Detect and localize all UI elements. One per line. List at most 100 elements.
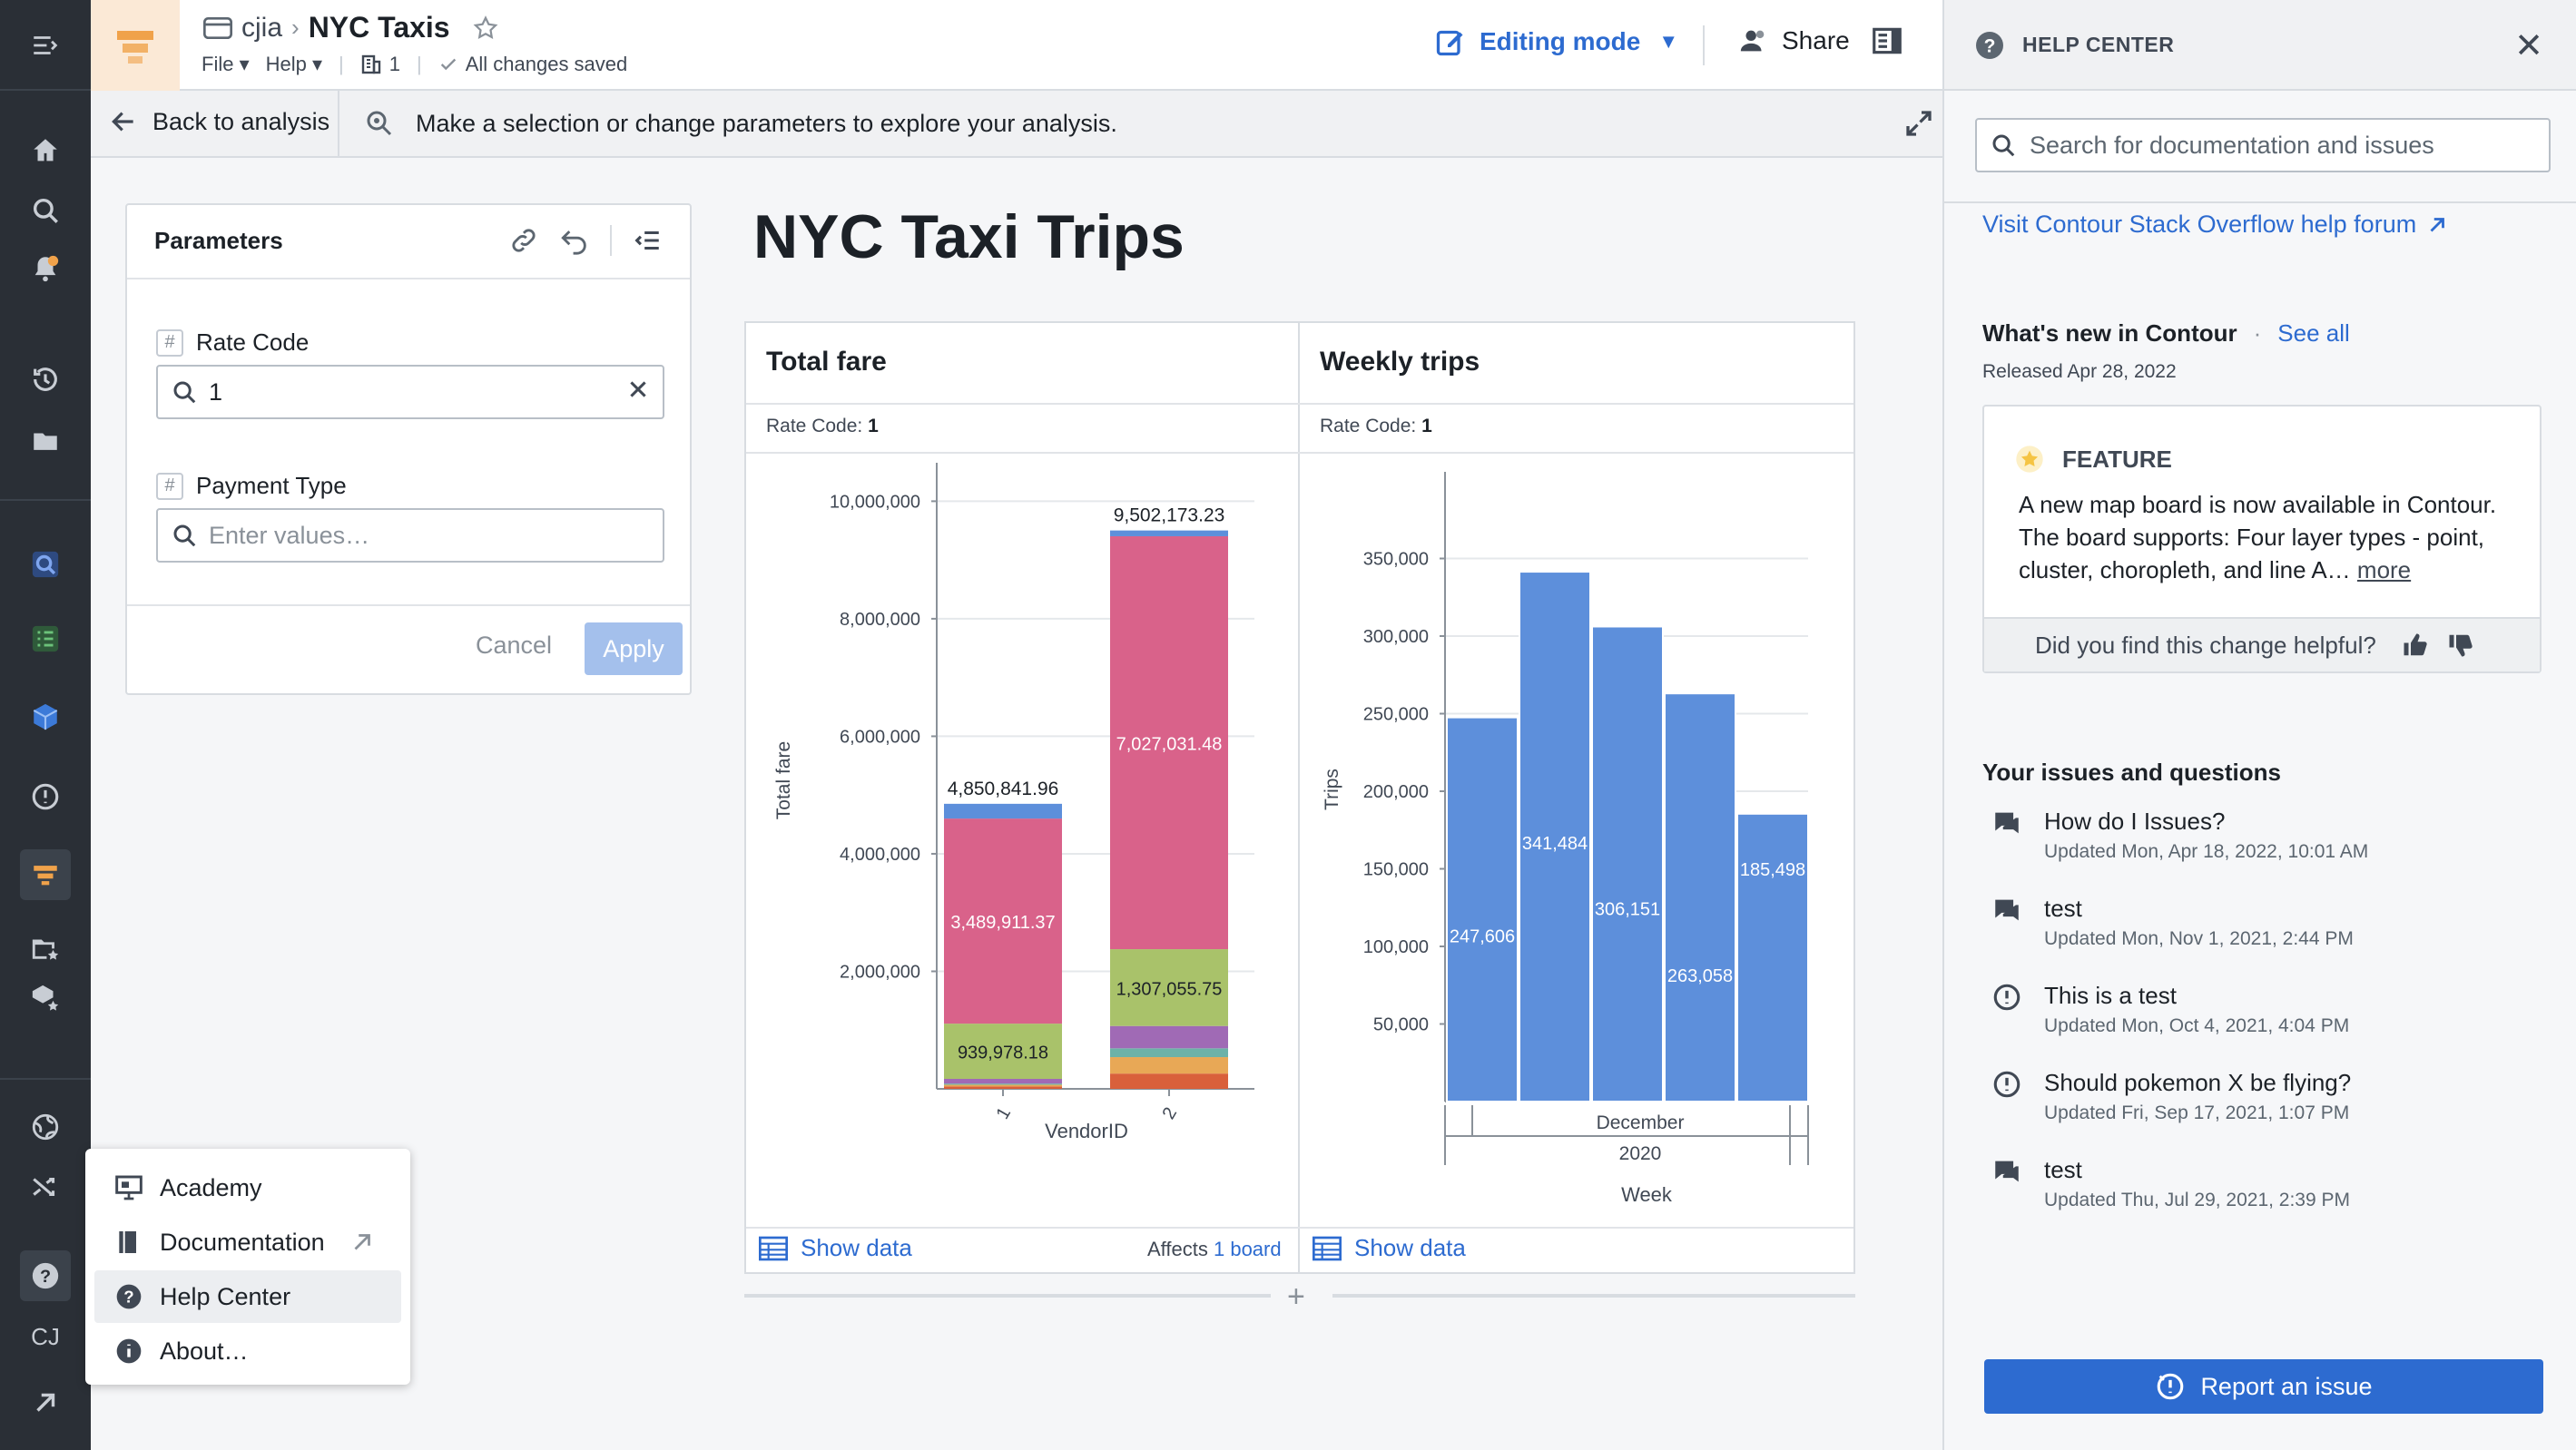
breadcrumb-parent[interactable]: cjia bbox=[241, 13, 282, 44]
folder-icon[interactable] bbox=[20, 416, 71, 466]
see-all-link[interactable]: See all bbox=[2277, 319, 2350, 348]
user-avatar[interactable]: CJ bbox=[20, 1314, 71, 1359]
issue-item[interactable]: Should pokemon X be flying? Updated Fri, … bbox=[1991, 1069, 2351, 1124]
contour-icon[interactable] bbox=[20, 849, 71, 900]
issue-item[interactable]: This is a test Updated Mon, Oct 4, 2021, … bbox=[1991, 982, 2349, 1037]
dashboard-title: NYC Taxi Trips bbox=[753, 202, 1185, 271]
expand-arrow-icon[interactable] bbox=[20, 1377, 71, 1428]
issue-item[interactable]: How do I Issues? Updated Mon, Apr 18, 202… bbox=[1991, 808, 2368, 863]
arrow-left-icon bbox=[112, 112, 133, 132]
issue-title[interactable]: This is a test bbox=[2044, 982, 2349, 1010]
menu-item-help-center[interactable]: ? Help Center bbox=[94, 1270, 401, 1323]
editing-mode-button[interactable]: Editing mode ▼ bbox=[1434, 25, 1678, 58]
issue-title[interactable]: How do I Issues? bbox=[2044, 808, 2368, 836]
collapse-list-icon[interactable] bbox=[632, 225, 663, 256]
alert-icon[interactable] bbox=[20, 771, 71, 822]
cube-star-icon[interactable] bbox=[20, 973, 71, 1024]
thumbs-up-icon[interactable] bbox=[2402, 632, 2429, 659]
issue-updated: Updated Thu, Jul 29, 2021, 2:39 PM bbox=[2044, 1190, 2351, 1210]
page-title[interactable]: NYC Taxis bbox=[309, 11, 450, 44]
menu-item-documentation[interactable]: Documentation bbox=[94, 1216, 401, 1269]
report-issue-button[interactable]: Report an issue bbox=[1984, 1359, 2543, 1414]
x-tick-label: 1 bbox=[992, 1104, 1015, 1123]
y-tick-label: 50,000 bbox=[1373, 1015, 1429, 1035]
issue-title[interactable]: test bbox=[2044, 895, 2354, 923]
help-menu[interactable]: Help ▾ bbox=[266, 53, 322, 76]
add-board-icon[interactable]: + bbox=[1287, 1279, 1305, 1315]
show-data-left[interactable]: Show data bbox=[759, 1234, 912, 1262]
bar bbox=[1736, 812, 1809, 1102]
building-icon bbox=[361, 54, 380, 74]
rate-code-label: # Rate Code bbox=[156, 328, 309, 357]
menu-item-academy[interactable]: Academy bbox=[94, 1161, 401, 1214]
history-icon[interactable] bbox=[20, 354, 71, 405]
checklist-icon[interactable] bbox=[20, 613, 71, 664]
menu-item-about[interactable]: About… bbox=[94, 1325, 401, 1377]
contour-logo bbox=[91, 0, 180, 91]
search-icon[interactable] bbox=[20, 185, 71, 236]
bar bbox=[1446, 716, 1519, 1102]
issue-updated: Updated Mon, Oct 4, 2021, 4:04 PM bbox=[2044, 1015, 2350, 1036]
folder-star-icon[interactable] bbox=[20, 922, 71, 973]
issue-title[interactable]: Should pokemon X be flying? bbox=[2044, 1069, 2351, 1097]
issue-item[interactable]: test Updated Thu, Jul 29, 2021, 2:39 PM bbox=[1991, 1156, 2350, 1211]
thumbs-down-icon[interactable] bbox=[2447, 632, 2474, 659]
issue-updated: Updated Mon, Nov 1, 2021, 2:44 PM bbox=[2044, 928, 2354, 949]
y-axis-label: Trips bbox=[1322, 769, 1342, 810]
cancel-button[interactable]: Cancel bbox=[476, 632, 552, 660]
star-icon[interactable] bbox=[472, 15, 499, 42]
data-label: 1,307,055.75 bbox=[1116, 979, 1223, 999]
menu-expand-icon[interactable] bbox=[20, 20, 71, 71]
rate-code-input[interactable]: 1 bbox=[156, 365, 664, 419]
panel-toggle-icon[interactable] bbox=[1870, 24, 1904, 63]
data-label: 247,606 bbox=[1450, 927, 1515, 947]
shuffle-icon[interactable] bbox=[20, 1161, 71, 1212]
rate-code-filter-right: Rate Code: 1 bbox=[1320, 416, 1432, 436]
x-tick-label: 2 bbox=[1158, 1104, 1181, 1123]
help-icon[interactable]: ? bbox=[20, 1250, 71, 1301]
fullscreen-icon[interactable] bbox=[1903, 107, 1935, 144]
svg-text:?: ? bbox=[1984, 36, 1996, 57]
hash-icon: # bbox=[156, 472, 183, 500]
back-to-analysis-button[interactable]: Back to analysis bbox=[109, 107, 329, 136]
share-button[interactable]: Share bbox=[1738, 25, 1850, 56]
branches[interactable]: 1 bbox=[360, 53, 400, 76]
globe-icon[interactable] bbox=[20, 1102, 71, 1152]
y-tick-label: 2,000,000 bbox=[840, 962, 920, 982]
affects-board-link[interactable]: 1 board bbox=[1214, 1238, 1282, 1260]
undo-icon[interactable] bbox=[559, 225, 590, 256]
issue-title[interactable]: test bbox=[2044, 1156, 2350, 1184]
total-fare-chart[interactable]: 2,000,000 4,000,000 6,000,000 8,000,000 10,0… bbox=[746, 454, 1296, 1216]
bar-segment bbox=[944, 803, 1062, 819]
weekly-trips-chart[interactable]: 50,000 100,000 150,000 200,000 250,000 300,00… bbox=[1300, 454, 1853, 1216]
caret-down-icon: ▼ bbox=[1658, 30, 1679, 53]
show-data-right[interactable]: Show data bbox=[1313, 1234, 1466, 1262]
alert-icon bbox=[1993, 1071, 2020, 1098]
close-icon[interactable]: ✕ bbox=[2514, 25, 2543, 66]
issue-item[interactable]: test Updated Mon, Nov 1, 2021, 2:44 PM bbox=[1991, 895, 2354, 950]
file-menu[interactable]: File ▾ bbox=[202, 53, 250, 76]
analysis-bar: Back to analysis Make a selection or cha… bbox=[91, 91, 1942, 158]
table-icon bbox=[1313, 1236, 1342, 1260]
object-explorer-icon[interactable] bbox=[20, 539, 71, 590]
cube-icon[interactable] bbox=[20, 691, 71, 742]
apply-button[interactable]: Apply bbox=[585, 622, 683, 675]
data-label: 3,489,911.37 bbox=[950, 913, 1055, 933]
home-icon[interactable] bbox=[20, 125, 71, 176]
stack-overflow-link[interactable]: Visit Contour Stack Overflow help forum bbox=[1982, 211, 2449, 239]
chevron-right-icon: › bbox=[291, 14, 300, 41]
clear-icon[interactable] bbox=[626, 377, 650, 407]
document-icon bbox=[203, 16, 232, 39]
y-tick-label: 150,000 bbox=[1363, 860, 1429, 880]
payment-type-input[interactable]: Enter values… bbox=[156, 508, 664, 563]
bar bbox=[1591, 625, 1664, 1102]
data-label: 263,058 bbox=[1667, 966, 1733, 986]
feature-more-link[interactable]: more bbox=[2357, 556, 2411, 583]
notifications-icon[interactable] bbox=[20, 243, 71, 294]
link-icon[interactable] bbox=[508, 225, 539, 256]
issue-updated: Updated Mon, Apr 18, 2022, 10:01 AM bbox=[2044, 841, 2369, 862]
help-search-input[interactable]: Search for documentation and issues bbox=[1975, 118, 2551, 172]
hash-icon: # bbox=[156, 328, 183, 357]
bar-segment bbox=[1110, 1057, 1228, 1074]
data-label: 185,498 bbox=[1740, 860, 1805, 880]
